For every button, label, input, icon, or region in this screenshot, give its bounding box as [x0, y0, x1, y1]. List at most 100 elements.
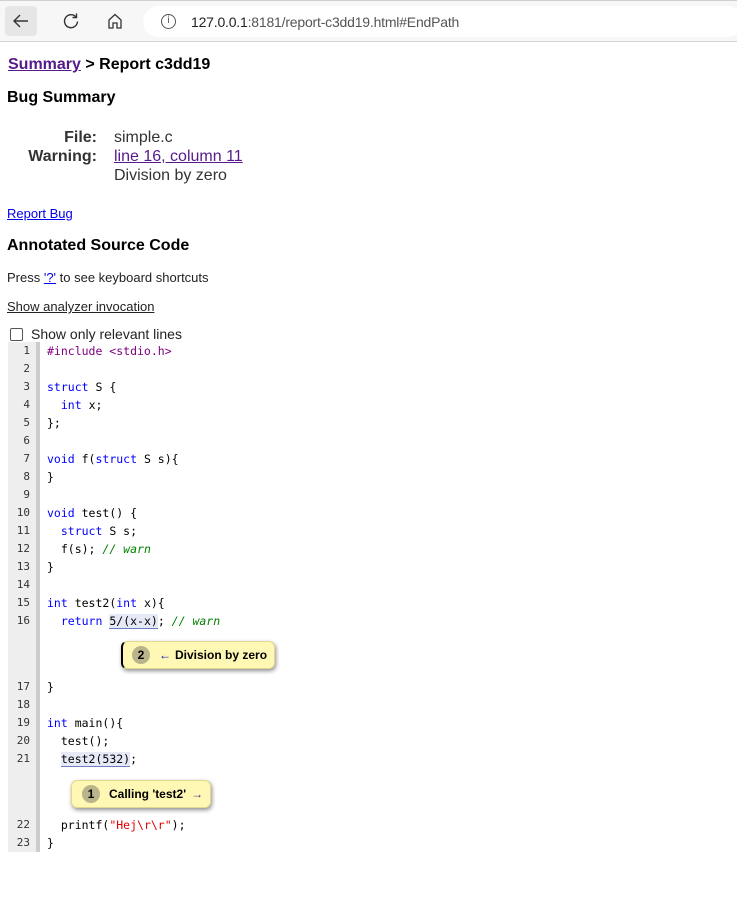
- keyword: return: [60, 614, 103, 628]
- line-number: 19: [8, 714, 40, 732]
- code-line: 22 printf("Hej\r\r");: [8, 816, 308, 834]
- shortcuts-link[interactable]: '?': [44, 270, 56, 285]
- reload-icon: [63, 13, 79, 29]
- code-line: 12 f(s); // warn: [8, 540, 308, 558]
- code-text: test();: [60, 734, 110, 748]
- code-text: f(: [74, 452, 96, 466]
- warning-text: Division by zero: [114, 167, 227, 184]
- code-line: 14: [8, 576, 308, 594]
- code-line: 11 struct S s;: [8, 522, 308, 540]
- code-line: 13}: [8, 558, 308, 576]
- code-line: 20 test();: [8, 732, 308, 750]
- home-icon: [108, 13, 122, 29]
- code-line: 9: [8, 486, 308, 504]
- file-row: File: simple.c: [7, 128, 243, 147]
- code-line: 15 int test2(int x){: [8, 594, 308, 612]
- warning-label: Warning:: [28, 148, 97, 165]
- path-note-text: Calling 'test2': [109, 787, 187, 801]
- line-number: 23: [8, 834, 40, 852]
- url-host: 127.0.0.1: [191, 13, 248, 30]
- line-number: 14: [8, 576, 40, 594]
- code-line: 10 void test() {: [8, 504, 308, 522]
- code-text: f(s);: [60, 542, 103, 556]
- breadcrumb-separator: >: [80, 56, 100, 73]
- keyword: int: [47, 596, 68, 610]
- line-number: 11: [8, 522, 40, 540]
- keyword: struct: [95, 452, 138, 466]
- source-code: 1 #include <stdio.h> 2 3 struct S { 4 int …: [8, 342, 308, 852]
- keyword: void: [47, 452, 75, 466]
- code-text: main(){: [67, 716, 124, 730]
- summary-link[interactable]: Summary: [8, 56, 81, 73]
- line-number: 21: [8, 750, 40, 768]
- line-number: 22: [8, 816, 40, 834]
- code-line: 17}: [8, 678, 308, 696]
- gutter: [8, 630, 40, 678]
- keyboard-shortcuts-hint: Press '?' to see keyboard shortcuts: [7, 270, 209, 285]
- path-note-1: 1 Calling 'test2' →: [71, 780, 211, 808]
- code-text: test2(: [67, 596, 117, 610]
- code-text: }: [47, 836, 54, 850]
- comment: // warn: [102, 542, 151, 556]
- code-line: 21 test2(532);: [8, 750, 308, 768]
- code-line: 18: [8, 696, 308, 714]
- line-number: 5: [8, 414, 40, 432]
- line-number: 9: [8, 486, 40, 504]
- code-text: printf(: [60, 818, 110, 832]
- press-prefix: Press: [7, 270, 44, 285]
- address-bar[interactable]: i 127.0.0.1:8181/report-c3dd19.html#EndP…: [143, 6, 737, 37]
- line-number: 18: [8, 696, 40, 714]
- back-arrow-icon: [13, 14, 28, 28]
- line-number: 15: [8, 594, 40, 612]
- code-line: 1 #include <stdio.h>: [8, 342, 308, 360]
- preprocessor: #include <stdio.h>: [47, 344, 172, 358]
- url-text[interactable]: 127.0.0.1:8181/report-c3dd19.html#EndPat…: [191, 14, 459, 30]
- code-text: }: [47, 680, 54, 694]
- bug-summary-table: File: simple.c Warning: line 16, column …: [7, 128, 243, 185]
- info-icon[interactable]: i: [161, 14, 176, 29]
- code-line: 7 void f(struct S s){: [8, 450, 308, 468]
- reload-button[interactable]: [55, 6, 87, 36]
- relevant-lines-toggle[interactable]: Show only relevant lines: [10, 326, 182, 342]
- keyword: int: [47, 716, 68, 730]
- code-line: 16 return 5/(x-x); // warn: [8, 612, 308, 630]
- string-literal: "Hej\r\r": [109, 818, 172, 832]
- path-note-2: 2 ← Division by zero: [121, 641, 275, 669]
- home-button[interactable]: [99, 6, 131, 36]
- browser-toolbar: i 127.0.0.1:8181/report-c3dd19.html#EndP…: [0, 0, 737, 42]
- relevant-lines-label: Show only relevant lines: [31, 326, 182, 342]
- line-number: 7: [8, 450, 40, 468]
- line-number: 2: [8, 360, 40, 378]
- keyword: struct: [60, 524, 103, 538]
- code-text: x;: [81, 398, 103, 412]
- prev-step-arrow-icon[interactable]: ←: [159, 648, 171, 662]
- line-number: 4: [8, 396, 40, 414]
- line-number: 13: [8, 558, 40, 576]
- report-bug-link[interactable]: Report Bug: [7, 206, 73, 221]
- line-number: 10: [8, 504, 40, 522]
- warning-text-row: Division by zero: [7, 166, 243, 185]
- highlighted-range: 5/(x-x): [109, 614, 158, 629]
- path-note-text: Division by zero: [175, 648, 268, 662]
- next-step-arrow-icon[interactable]: →: [191, 787, 203, 801]
- line-number: 8: [8, 468, 40, 486]
- code-text: S s;: [102, 524, 138, 538]
- code-text: x){: [137, 596, 165, 610]
- file-value: simple.c: [114, 129, 173, 146]
- warning-location-link[interactable]: line 16, column 11: [114, 148, 243, 165]
- code-text: ;: [157, 614, 172, 628]
- breadcrumb: Summary > Report c3dd19: [8, 56, 210, 74]
- line-number: 3: [8, 378, 40, 396]
- code-line: 4 int x;: [8, 396, 308, 414]
- line-number: 16: [8, 612, 40, 630]
- file-label: File:: [64, 129, 97, 146]
- comment: // warn: [171, 614, 221, 628]
- keyword: void: [47, 506, 75, 520]
- back-button[interactable]: [5, 6, 37, 36]
- relevant-lines-checkbox[interactable]: [10, 327, 23, 341]
- code-text: };: [47, 416, 61, 430]
- url-path: :8181/report-c3dd19.html#EndPath: [247, 13, 460, 30]
- code-text: );: [171, 818, 186, 832]
- show-analyzer-invocation-link[interactable]: Show analyzer invocation: [7, 299, 154, 314]
- code-text: S s){: [137, 452, 179, 466]
